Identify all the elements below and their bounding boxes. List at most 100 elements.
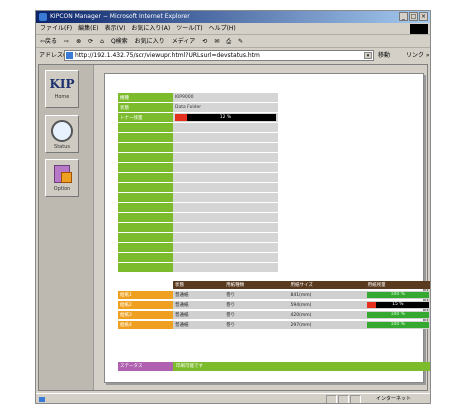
device-value <box>173 263 278 272</box>
drawer-row: 給紙2 普通紙 巻り 594(mm) 15 % <box>118 301 430 309</box>
drawer-state: 普通紙 <box>173 301 225 309</box>
drawer-row: 給紙4 普通紙 巻り 297(mm) 100 % <box>118 321 430 329</box>
menu-favorites[interactable]: お気に入り(A) <box>131 23 170 34</box>
address-input[interactable]: http://192.1.432.75/scr/viewupr.html?URL… <box>64 50 374 61</box>
menu-tools[interactable]: ツール(T) <box>176 23 202 34</box>
device-row-empty <box>118 183 278 192</box>
window-title: KIPCON Manager − Microsoft Internet Expl… <box>50 13 190 20</box>
paper-meter-full: 100 % <box>366 292 429 298</box>
device-row: 機種 KIP9000 <box>118 93 278 102</box>
stop-button[interactable]: ⊗ <box>76 35 81 47</box>
go-button[interactable]: 移動 <box>378 49 390 62</box>
device-row: 状態 Data Folder <box>118 103 278 112</box>
drawer-type: 巻り <box>224 301 289 309</box>
menu-file[interactable]: ファイル(F) <box>40 23 72 34</box>
drawer-type: 巻り <box>224 291 289 299</box>
home-label: Home <box>54 94 70 100</box>
maximize-button[interactable]: □ <box>409 12 418 21</box>
device-row-empty <box>118 213 278 222</box>
address-dropdown-icon[interactable]: ▾ <box>364 52 372 59</box>
device-value <box>173 173 278 182</box>
menu-edit[interactable]: 編集(E) <box>78 23 98 34</box>
device-value: 12 % <box>173 113 278 122</box>
edit-button[interactable]: ✎ <box>238 35 243 47</box>
drawer-remain: 15 % <box>365 301 430 309</box>
page-content: KIP Home Status Option 機種 KIP9000 状態 Data F… <box>38 64 430 391</box>
drawer-header-size: 用紙サイズ <box>288 281 366 289</box>
ie-icon <box>39 13 47 21</box>
device-key <box>118 153 173 162</box>
device-key: 機種 <box>118 93 173 102</box>
refresh-button[interactable]: ⟳ <box>88 35 93 47</box>
status-cell <box>338 395 349 403</box>
paper-meter: 15 % <box>366 302 429 308</box>
media-button[interactable]: メディア <box>172 35 196 47</box>
option-nav-button[interactable]: Option <box>45 159 79 197</box>
device-row-empty <box>118 163 278 172</box>
device-key <box>118 173 173 182</box>
device-value <box>173 163 278 172</box>
mail-button[interactable]: ✉ <box>214 35 219 47</box>
menu-view[interactable]: 表示(V) <box>105 23 126 34</box>
favorites-button[interactable]: お気に入り <box>135 35 165 47</box>
menu-help[interactable]: ヘルプ(H) <box>209 23 236 34</box>
drawer-table: 状態 用紙種類 用紙サイズ 用紙残量 給紙1 普通紙 巻り 841(mm) 100 % 給… <box>118 279 430 331</box>
close-button[interactable]: × <box>419 12 428 21</box>
device-value <box>173 123 278 132</box>
windows-logo-icon <box>410 24 428 34</box>
device-key <box>118 233 173 242</box>
device-value <box>173 233 278 242</box>
home-nav-button[interactable]: KIP Home <box>45 70 79 108</box>
status-panel: 機種 KIP9000 状態 Data Folder トナー残量 12 % 状態 用紙種類 … <box>104 73 430 383</box>
toolbar: ⇦戻る ⇨ ⊗ ⟳ ⌂ Q検索 お気に入り メディア ⟲ ✉ ⎙ ✎ <box>36 35 430 48</box>
device-row: トナー残量 12 % <box>118 113 278 122</box>
device-key <box>118 143 173 152</box>
device-value: Data Folder <box>173 103 278 112</box>
history-button[interactable]: ⟲ <box>202 35 207 47</box>
drawer-header-remain: 用紙残量 <box>365 281 430 289</box>
search-button[interactable]: Q検索 <box>111 35 128 47</box>
address-url: http://192.1.432.75/scr/viewupr.html?URL… <box>75 52 260 59</box>
drawer-name: 給紙4 <box>118 321 173 329</box>
home-button[interactable]: ⌂ <box>100 35 104 47</box>
device-value <box>173 243 278 252</box>
drawer-size: 594(mm) <box>288 301 366 309</box>
device-value <box>173 203 278 212</box>
forward-button[interactable]: ⇨ <box>64 35 69 47</box>
drawer-name: 給紙3 <box>118 311 173 319</box>
drawer-name: 給紙1 <box>118 291 173 299</box>
zone-label: インターネット <box>376 396 412 402</box>
drawer-size: 297(mm) <box>288 321 366 329</box>
paper-meter-full: 100 % <box>366 322 429 328</box>
drawer-type: 巻り <box>224 311 289 319</box>
option-icon <box>54 165 72 183</box>
device-row-empty <box>118 243 278 252</box>
status-key: ステータス <box>118 362 173 371</box>
links-button[interactable]: リンク » <box>406 49 430 62</box>
drawer-size: 841(mm) <box>288 291 366 299</box>
device-value <box>173 213 278 222</box>
minimize-button[interactable]: _ <box>399 12 408 21</box>
status-nav-button[interactable]: Status <box>45 115 79 153</box>
menu-bar: ファイル(F) 編集(E) 表示(V) お気に入り(A) ツール(T) ヘルプ(… <box>36 23 430 35</box>
device-value <box>173 153 278 162</box>
browser-window: KIPCON Manager − Microsoft Internet Expl… <box>35 10 431 404</box>
device-status-table: 機種 KIP9000 状態 Data Folder トナー残量 12 % <box>118 92 278 273</box>
paper-meter-full: 100 % <box>366 312 429 318</box>
toner-text: 12 % <box>219 115 232 120</box>
kip-logo: KIP <box>49 77 75 91</box>
drawer-state: 普通紙 <box>173 291 225 299</box>
device-value <box>173 223 278 232</box>
back-button[interactable]: ⇦戻る <box>40 35 57 47</box>
status-cell <box>350 395 361 403</box>
device-value <box>173 143 278 152</box>
device-key <box>118 243 173 252</box>
drawer-type: 巻り <box>224 321 289 329</box>
drawer-header-type: 用紙種類 <box>224 281 289 289</box>
device-value: KIP9000 <box>173 93 278 102</box>
address-bar: アドレス(D) http://192.1.432.75/scr/viewupr.… <box>36 49 430 62</box>
device-row-empty <box>118 173 278 182</box>
drawer-header-blank <box>118 281 173 289</box>
print-button[interactable]: ⎙ <box>226 35 231 47</box>
option-label: Option <box>53 186 71 192</box>
